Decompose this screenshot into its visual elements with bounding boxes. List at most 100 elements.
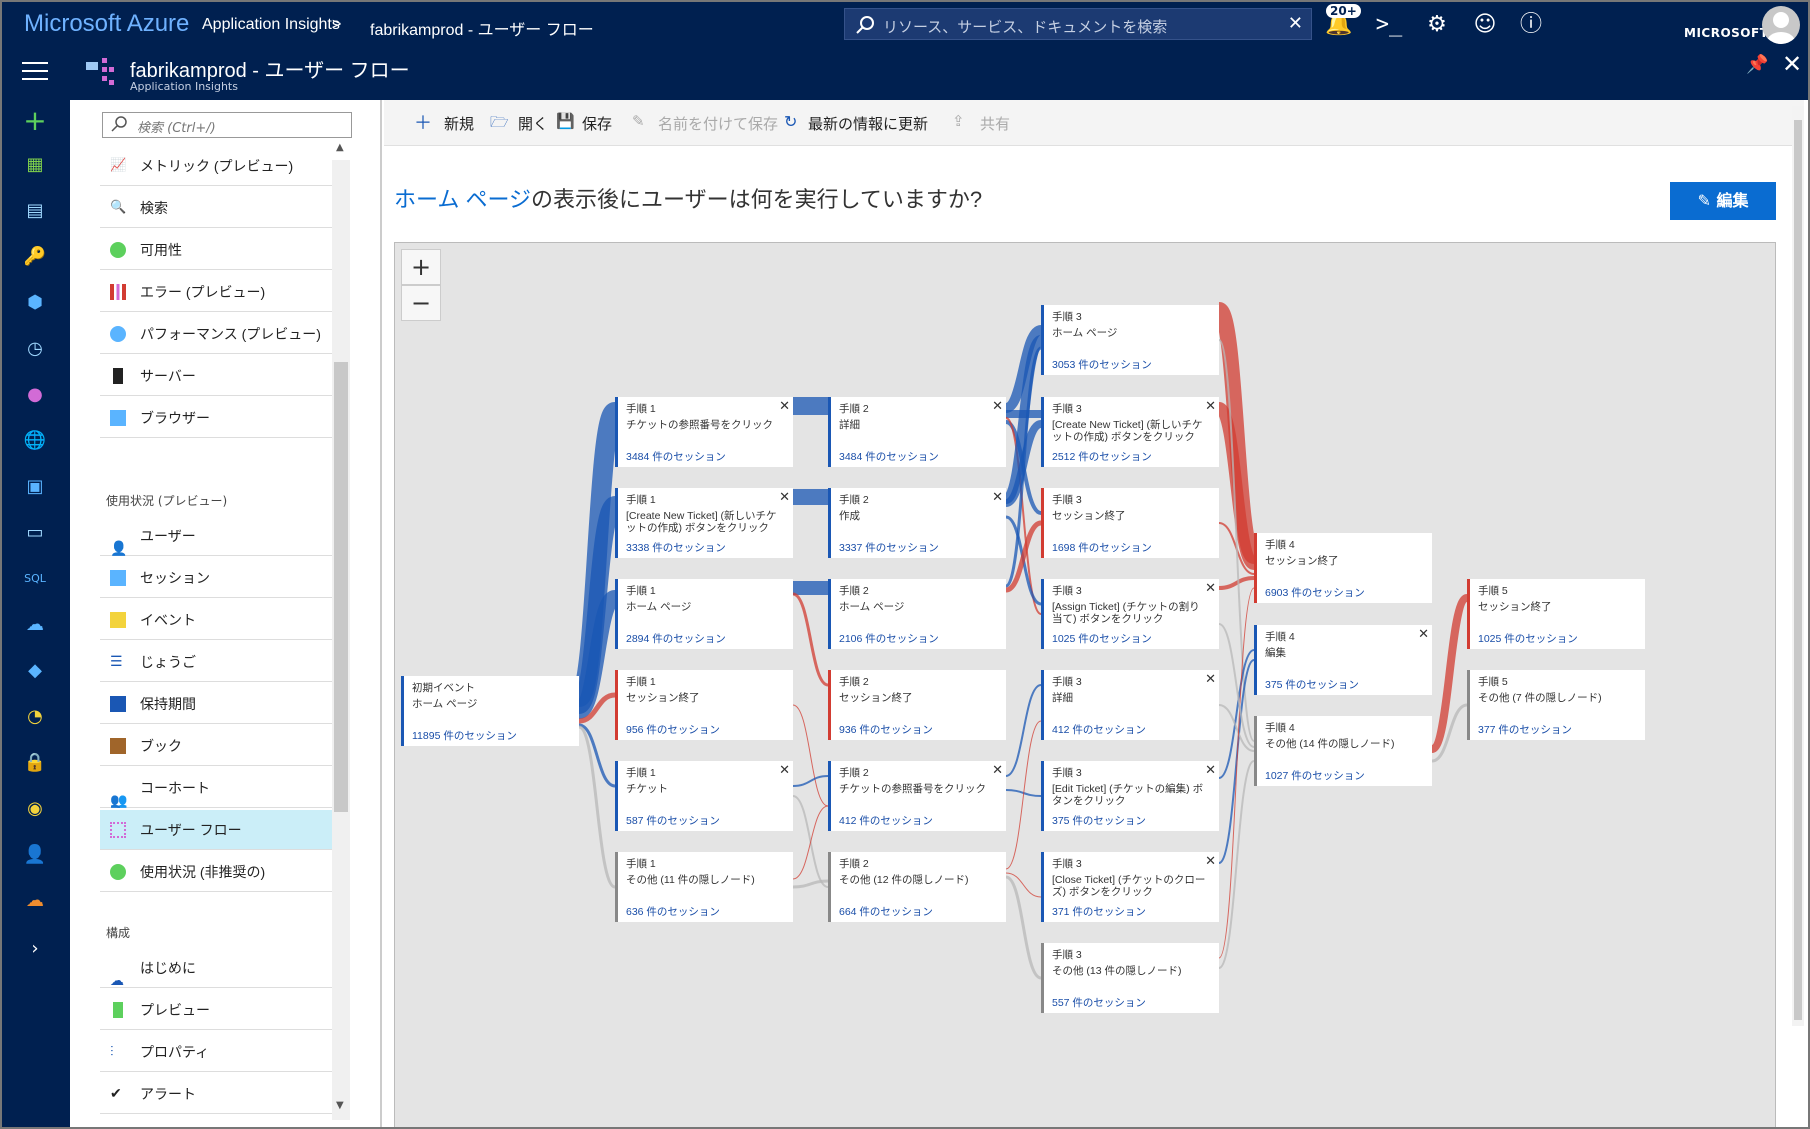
flow-node-s3e[interactable]: 手順 3 詳細 412 件のセッション ✕ (1041, 670, 1219, 740)
node-session-count[interactable]: 2106 件のセッション (839, 631, 939, 646)
flow-node-s1a[interactable]: 手順 1 チケットの参照番号をクリック 3484 件のセッション ✕ (615, 397, 793, 467)
flow-node-s2f[interactable]: 手順 2 その他 (12 件の隠しノード) 664 件のセッション (828, 852, 1006, 922)
node-session-count[interactable]: 412 件のセッション (839, 813, 933, 828)
menu-scroll-thumb[interactable] (334, 362, 348, 812)
cube-icon[interactable]: ⬢ (22, 290, 48, 316)
menu-item-search[interactable]: 🔍 検索 (100, 188, 332, 228)
flow-link-s2e-s3e[interactable] (1005, 684, 1042, 777)
node-session-count[interactable]: 11895 件のセッション (412, 728, 517, 743)
cloud-icon[interactable]: ☁ (22, 888, 48, 914)
flow-node-s3g[interactable]: 手順 3 [Close Ticket] (チケットのクローズ) ボタンをクリック 3… (1041, 852, 1219, 922)
node-session-count[interactable]: 375 件のセッション (1052, 813, 1146, 828)
account-name[interactable]: MICROSOFT (1684, 26, 1768, 40)
menu-item-sessions[interactable]: セッション (100, 558, 332, 598)
node-session-count[interactable]: 936 件のセッション (839, 722, 933, 737)
menu-item-getting-started[interactable]: ☁ はじめに (100, 948, 332, 988)
flow-node-s2c[interactable]: 手順 2 ホーム ページ 2106 件のセッション (828, 579, 1006, 649)
settings-gear-icon[interactable]: ⚙ (1422, 10, 1452, 40)
menu-item-retention[interactable]: 保持期間 (100, 684, 332, 724)
menu-item-availability[interactable]: 可用性 (100, 230, 332, 270)
monitor-icon[interactable]: ▣ (22, 474, 48, 500)
menu-item-funnels[interactable]: ☰ じょうご (100, 642, 332, 682)
flow-link-s1d-s2e[interactable] (792, 704, 829, 807)
scroll-up-icon[interactable]: ▲ (336, 142, 344, 153)
remove-node-icon[interactable]: ✕ (779, 762, 790, 778)
menu-item-servers[interactable]: サーバー (100, 356, 332, 396)
flow-node-s3f[interactable]: 手順 3 [Edit Ticket] (チケットの編集) ボタンをクリック 375 … (1041, 761, 1219, 831)
globe-icon[interactable]: 🌐 (22, 428, 48, 454)
avatar[interactable] (1762, 6, 1800, 44)
menu-item-failures[interactable]: エラー (プレビュー) (100, 272, 332, 312)
share-button[interactable]: 共有 (980, 113, 1010, 134)
node-session-count[interactable]: 956 件のセッション (626, 722, 720, 737)
circle-icon[interactable]: ◉ (22, 796, 48, 822)
flow-link-s3d-s4a[interactable] (1218, 576, 1255, 590)
flow-node-s2e[interactable]: 手順 2 チケットの参照番号をクリック 412 件のセッション ✕ (828, 761, 1006, 831)
all-resources-icon[interactable]: ▤ (22, 198, 48, 224)
menu-item-user-flows[interactable]: ユーザー フロー (100, 810, 332, 850)
remove-node-icon[interactable]: ✕ (1205, 853, 1216, 869)
menu-item-workbooks[interactable]: ブック (100, 726, 332, 766)
node-session-count[interactable]: 3053 件のセッション (1052, 357, 1152, 372)
flow-link-s1e-s2e[interactable] (792, 775, 829, 787)
flow-link-s1c-s2d[interactable] (792, 592, 829, 687)
menu-item-preview[interactable]: プレビュー (100, 990, 332, 1030)
remove-node-icon[interactable]: ✕ (992, 489, 1003, 505)
breadcrumb-current[interactable]: fabrikamprod - ユーザー フロー (370, 16, 594, 40)
flow-node-s3c[interactable]: 手順 3 セッション終了 1698 件のセッション (1041, 488, 1219, 558)
create-resource-icon[interactable]: + (22, 107, 48, 135)
flow-node-s1b[interactable]: 手順 1 [Create New Ticket] (新しいチケットの作成) ボタン… (615, 488, 793, 558)
refresh-button[interactable]: 最新の情報に更新 (808, 113, 928, 134)
node-session-count[interactable]: 377 件のセッション (1478, 722, 1572, 737)
flow-node-s4a[interactable]: 手順 4 セッション終了 6903 件のセッション (1254, 533, 1432, 603)
initial-event-link[interactable]: ホーム ページ (394, 187, 531, 212)
diamond-icon[interactable]: ◆ (22, 658, 48, 684)
node-session-count[interactable]: 557 件のセッション (1052, 995, 1146, 1010)
flow-node-s1c[interactable]: 手順 1 ホーム ページ 2894 件のセッション (615, 579, 793, 649)
flow-link-s4c-s5a[interactable] (1429, 594, 1470, 753)
remove-node-icon[interactable]: ✕ (1205, 580, 1216, 596)
node-session-count[interactable]: 371 件のセッション (1052, 904, 1146, 919)
sql-icon[interactable]: SQL (22, 566, 48, 592)
save-button[interactable]: 保存 (582, 113, 612, 134)
node-session-count[interactable]: 636 件のセッション (626, 904, 720, 919)
menu-search-input[interactable]: 検索 (Ctrl+/) (102, 112, 352, 138)
node-session-count[interactable]: 587 件のセッション (626, 813, 720, 828)
cloud-services-icon[interactable]: ☁ (22, 612, 48, 638)
new-button[interactable]: 新規 (444, 113, 474, 134)
flow-link-s2f-s3h[interactable] (1005, 875, 1042, 980)
remove-node-icon[interactable]: ✕ (779, 489, 790, 505)
menu-item-properties[interactable]: ⫶ プロパティ (100, 1032, 332, 1072)
remove-node-icon[interactable]: ✕ (992, 398, 1003, 414)
edit-button[interactable]: ✎ 編集 (1670, 182, 1776, 220)
expand-chevron-icon[interactable]: › (22, 936, 48, 962)
menu-item-usage-deprecated[interactable]: 使用状況 (非推奨の) (100, 852, 332, 892)
flow-node-s2b[interactable]: 手順 2 作成 3337 件のセッション ✕ (828, 488, 1006, 558)
flow-node-s1d[interactable]: 手順 1 セッション終了 956 件のセッション (615, 670, 793, 740)
node-session-count[interactable]: 664 件のセッション (839, 904, 933, 919)
flow-link-s3h-s4c[interactable] (1218, 760, 1255, 969)
save-as-button[interactable]: 名前を付けて保存 (658, 113, 778, 134)
cloud-shell-icon[interactable]: >_ (1374, 10, 1404, 40)
menu-item-alerts[interactable]: ✔ アラート (100, 1074, 332, 1114)
gauge-icon[interactable]: ◔ (22, 704, 48, 730)
node-session-count[interactable]: 412 件のセッション (1052, 722, 1146, 737)
close-blade-icon[interactable]: ✕ (1782, 50, 1802, 78)
flow-link-s2f-s3g[interactable] (1005, 872, 1042, 898)
bulb-icon[interactable]: ● (22, 382, 48, 408)
scroll-down-icon[interactable]: ▼ (336, 1100, 344, 1111)
node-session-count[interactable]: 2894 件のセッション (626, 631, 726, 646)
remove-node-icon[interactable]: ✕ (779, 398, 790, 414)
flow-node-s2d[interactable]: 手順 2 セッション終了 936 件のセッション (828, 670, 1006, 740)
clear-search-icon[interactable]: ✕ (1288, 13, 1303, 34)
remove-node-icon[interactable]: ✕ (1205, 762, 1216, 778)
node-session-count[interactable]: 6903 件のセッション (1265, 585, 1365, 600)
global-search-input[interactable]: リソース、サービス、ドキュメントを検索 ✕ (844, 8, 1312, 40)
flow-node-s3a[interactable]: 手順 3 ホーム ページ 3053 件のセッション (1041, 305, 1219, 375)
node-session-count[interactable]: 1698 件のセッション (1052, 540, 1152, 555)
open-button[interactable]: 開く (518, 113, 548, 134)
breadcrumb-app-insights[interactable]: Application Insights (202, 16, 340, 34)
zoom-in-button[interactable]: + (401, 249, 441, 285)
node-session-count[interactable]: 3338 件のセッション (626, 540, 726, 555)
remove-node-icon[interactable]: ✕ (992, 762, 1003, 778)
